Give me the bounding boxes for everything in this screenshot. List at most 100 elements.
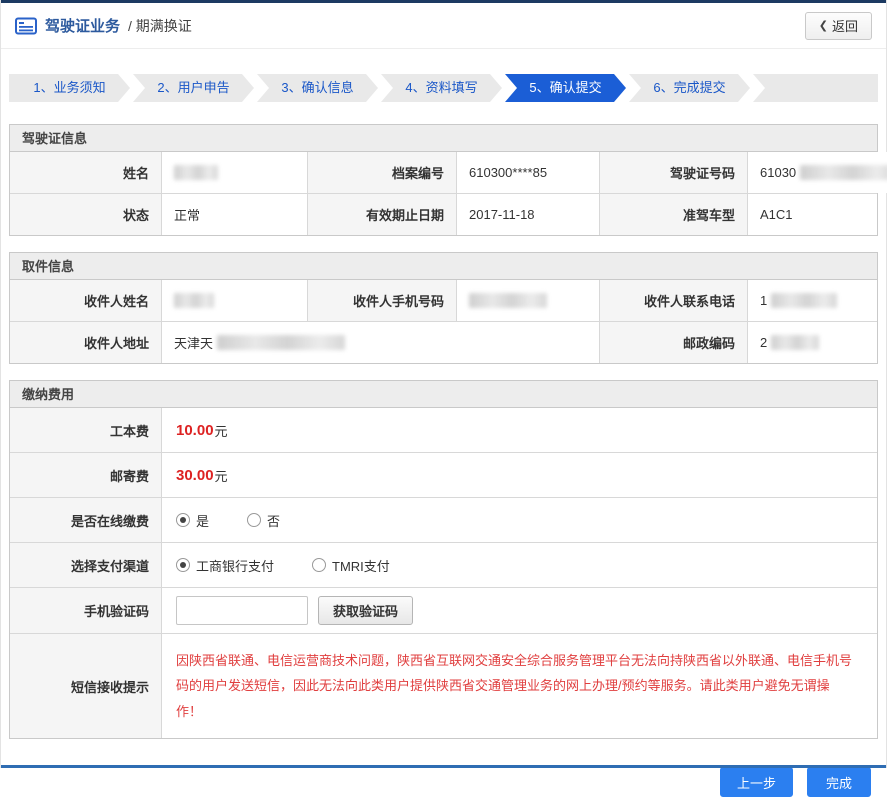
payment-section: 缴纳费用 工本费 10.00 元 邮寄费 30.00 元 是否在线缴费 是 否 <box>9 380 878 740</box>
redacted-license-number <box>800 165 887 180</box>
radio-tmri-pay[interactable] <box>312 558 327 572</box>
license-info-section: 驾驶证信息 姓名 档案编号 610300****85 驾驶证号码 61030 状… <box>9 124 887 236</box>
step-5[interactable]: 5、确认提交 <box>505 74 626 102</box>
pickup-info-section: 取件信息 收件人姓名 收件人手机号码 收件人联系电话 1 收件人地址 天津天 邮… <box>9 252 878 364</box>
captcha-input[interactable] <box>176 596 308 625</box>
captcha-label: 手机验证码 <box>10 588 162 633</box>
postcode-prefix: 2 <box>760 335 768 350</box>
online-payment-row: 是否在线缴费 是 否 <box>10 498 877 543</box>
step-2-label: 2、用户申告 <box>157 80 230 95</box>
payment-section-title: 缴纳费用 <box>10 381 877 408</box>
recipient-mobile-value <box>457 280 600 321</box>
recipient-name-value <box>162 280 308 321</box>
step-5-label: 5、确认提交 <box>529 80 602 95</box>
mailing-fee-amount: 30.00 <box>176 466 214 484</box>
mailing-fee-value: 30.00 元 <box>162 453 877 497</box>
step-2[interactable]: 2、用户申告 <box>133 74 254 102</box>
recipient-mobile-label: 收件人手机号码 <box>308 280 457 321</box>
table-row: 收件人姓名 收件人手机号码 收件人联系电话 1 <box>10 280 877 322</box>
back-button[interactable]: ❮ 返回 <box>804 11 872 40</box>
vehicle-type-label: 准驾车型 <box>600 194 748 235</box>
page-title: 驾驶证业务 <box>45 18 121 35</box>
mailing-fee-row: 邮寄费 30.00 元 <box>10 453 877 498</box>
mailing-fee-unit: 元 <box>214 468 228 484</box>
step-1[interactable]: 1、业务须知 <box>9 74 130 102</box>
recipient-name-label: 收件人姓名 <box>10 280 162 321</box>
captcha-row: 手机验证码 获取验证码 <box>10 588 877 634</box>
footer-actions: 上一步 完成 <box>1 755 886 797</box>
payment-channel-label: 选择支付渠道 <box>10 543 162 587</box>
step-nav-filler <box>753 74 878 102</box>
file-number-value: 610300****85 <box>457 152 600 193</box>
vehicle-type-value: A1C1 <box>748 194 877 235</box>
payment-channel-row: 选择支付渠道 工商银行支付 TMRI支付 <box>10 543 877 588</box>
online-payment-label: 是否在线缴费 <box>10 498 162 542</box>
radio-online-yes[interactable] <box>176 513 190 527</box>
table-row: 姓名 档案编号 610300****85 驾驶证号码 61030 <box>10 152 887 194</box>
redacted-recipient-name <box>174 293 214 308</box>
sms-notice-row: 短信接收提示 因陕西省联通、电信运营商技术问题，陕西省互联网交通安全综合服务管理… <box>10 634 877 739</box>
icbc-pay-label[interactable]: 工商银行支付 <box>196 556 274 575</box>
license-number-value: 61030 <box>748 152 887 193</box>
expiry-label: 有效期止日期 <box>308 194 457 235</box>
pickup-section-title: 取件信息 <box>10 253 877 280</box>
sms-notice-text: 因陕西省联通、电信运营商技术问题，陕西省互联网交通安全综合服务管理平台无法向持陕… <box>176 653 853 719</box>
online-no-label[interactable]: 否 <box>267 511 280 530</box>
status-label: 状态 <box>10 194 162 235</box>
production-fee-value: 10.00 元 <box>162 408 877 452</box>
status-value: 正常 <box>162 194 308 235</box>
back-label: 返回 <box>831 19 858 34</box>
step-3-label: 3、确认信息 <box>281 80 354 95</box>
sms-notice-label: 短信接收提示 <box>10 634 162 739</box>
redacted-phone <box>771 293 838 308</box>
online-no-option[interactable]: 否 <box>247 511 280 530</box>
production-fee-row: 工本费 10.00 元 <box>10 408 877 453</box>
payment-channel-options: 工商银行支付 TMRI支付 <box>162 543 877 587</box>
production-fee-amount: 10.00 <box>176 421 214 439</box>
expiry-value: 2017-11-18 <box>457 194 600 235</box>
name-label: 姓名 <box>10 152 162 193</box>
step-1-label: 1、业务须知 <box>33 80 106 95</box>
captcha-controls: 获取验证码 <box>162 588 877 633</box>
online-yes-label[interactable]: 是 <box>196 511 209 530</box>
back-chevron-icon: ❮ <box>818 20 828 32</box>
step-4-label: 4、资料填写 <box>405 80 478 95</box>
tmri-pay-option[interactable]: TMRI支付 <box>312 556 390 575</box>
redacted-name <box>174 165 218 180</box>
license-number-prefix: 61030 <box>760 165 797 180</box>
sms-notice-value: 因陕西省联通、电信运营商技术问题，陕西省互联网交通安全综合服务管理平台无法向持陕… <box>162 634 877 738</box>
mailing-fee-label: 邮寄费 <box>10 453 162 497</box>
address-label: 收件人地址 <box>10 322 162 363</box>
address-value: 天津天 <box>162 322 600 363</box>
address-prefix: 天津天 <box>174 336 214 351</box>
get-code-button[interactable]: 获取验证码 <box>318 596 414 625</box>
file-number-label: 档案编号 <box>308 152 457 193</box>
step-nav: 1、业务须知 2、用户申告 3、确认信息 4、资料填写 5、确认提交 6、完成提… <box>9 74 878 102</box>
phone-prefix: 1 <box>760 293 768 308</box>
production-fee-label: 工本费 <box>10 408 162 452</box>
finish-button[interactable]: 完成 <box>807 767 871 797</box>
page-subtitle: / 期满换证 <box>128 17 192 34</box>
header: 驾驶证业务 / 期满换证 ❮ 返回 <box>1 3 886 49</box>
step-6-label: 6、完成提交 <box>653 80 726 95</box>
online-yes-option[interactable]: 是 <box>176 511 209 530</box>
step-6[interactable]: 6、完成提交 <box>629 74 750 102</box>
redacted-postcode <box>771 335 820 350</box>
redacted-address <box>217 335 346 350</box>
license-section-title: 驾驶证信息 <box>10 125 877 152</box>
step-3[interactable]: 3、确认信息 <box>257 74 378 102</box>
name-value <box>162 152 308 193</box>
online-payment-options: 是 否 <box>162 498 877 542</box>
header-title-group: 驾驶证业务 / 期满换证 <box>15 15 192 36</box>
table-row: 状态 正常 有效期止日期 2017-11-18 准驾车型 A1C1 <box>10 194 877 235</box>
radio-online-no[interactable] <box>247 513 262 527</box>
license-number-label: 驾驶证号码 <box>600 152 748 193</box>
table-row: 收件人地址 天津天 邮政编码 2 <box>10 322 877 363</box>
redacted-mobile <box>469 293 547 308</box>
previous-step-button[interactable]: 上一步 <box>719 767 793 797</box>
tmri-pay-label[interactable]: TMRI支付 <box>332 556 390 575</box>
radio-icbc-pay[interactable] <box>176 558 190 572</box>
icbc-pay-option[interactable]: 工商银行支付 <box>176 556 274 575</box>
production-fee-unit: 元 <box>214 423 228 439</box>
step-4[interactable]: 4、资料填写 <box>381 74 502 102</box>
